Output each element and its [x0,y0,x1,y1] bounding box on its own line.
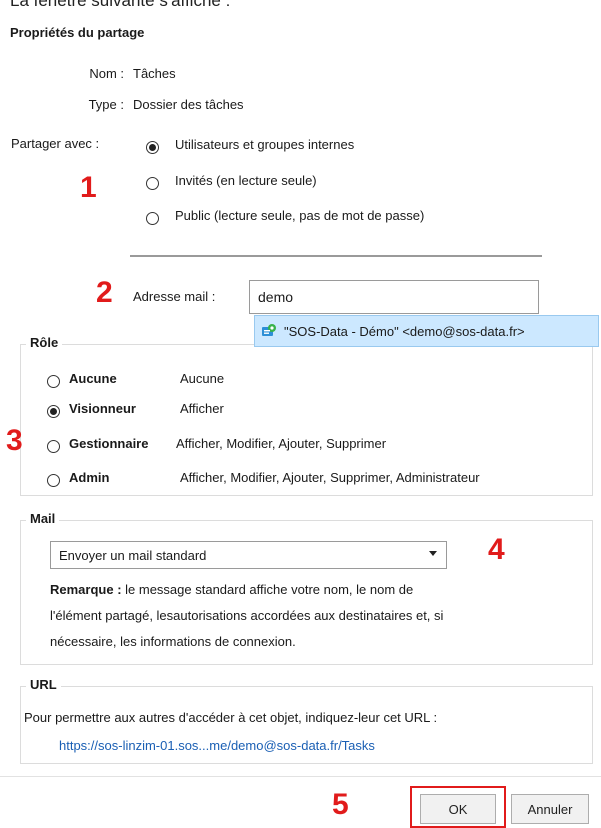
role-radio-admin[interactable] [47,474,60,487]
cancel-button[interactable]: Annuler [511,794,589,824]
type-label: Type : [88,97,124,112]
name-label: Nom : [89,66,124,81]
type-value: Dossier des tâches [133,97,244,112]
chevron-down-icon [429,551,437,556]
footer-separator [0,776,601,777]
mail-note-bold: Remarque : [50,582,122,597]
mail-note-line2: l'élément partagé, lesautorisations acco… [50,608,444,623]
email-label: Adresse mail : [133,289,216,304]
mail-note-line3: nécessaire, les informations de connexio… [50,634,296,649]
role-radio-aucune[interactable] [47,375,60,388]
share-radio-guests[interactable] [146,177,159,190]
share-radio-public[interactable] [146,212,159,225]
step-number-1: 1 [80,171,97,204]
role-desc: Aucune [180,371,225,386]
step-number-4: 4 [488,533,505,566]
share-option-label: Public (lecture seule, pas de mot de pas… [175,208,425,223]
mail-legend: Mail [26,511,60,526]
contact-icon [261,323,277,339]
separator [130,255,542,257]
role-desc: Afficher, Modifier, Ajouter, Supprimer, … [180,470,480,485]
role-desc: Afficher, Modifier, Ajouter, Supprimer [176,436,387,451]
share-radio-internal[interactable] [146,141,159,154]
share-option-label: Utilisateurs et groupes internes [175,137,355,152]
mail-note-text: le message standard affiche votre nom, l… [121,582,414,597]
name-value: Tâches [133,66,176,81]
step-number-2: 2 [96,276,113,309]
role-name: Aucune [69,371,117,386]
email-suggestion[interactable]: "SOS-Data - Démo" <demo@sos-data.fr> [254,315,599,347]
role-name: Admin [69,470,110,485]
url-instruction: Pour permettre aux autres d'accéder à ce… [24,710,438,725]
share-url-link[interactable]: https://sos-linzim-01.sos...me/demo@sos-… [59,738,375,753]
role-radio-visionneur[interactable] [47,405,60,418]
cancel-button-label: Annuler [527,801,573,817]
share-label: Partager avec : [11,136,100,151]
step-number-5: 5 [332,788,349,821]
email-input-value: demo [258,289,294,305]
role-name: Visionneur [69,401,136,416]
email-suggestion-text: "SOS-Data - Démo" <demo@sos-data.fr> [284,324,525,339]
dialog-title: Propriétés du partage [10,25,145,40]
ok-button-label: OK [448,801,468,817]
share-option-label: Invités (en lecture seule) [175,173,317,188]
mail-select[interactable]: Envoyer un mail standard [50,541,447,569]
role-radio-gestionnaire[interactable] [47,440,60,453]
mail-note-line1: Remarque : le message standard affiche v… [50,582,413,597]
role-legend: Rôle [26,335,63,350]
top-caption: La fenêtre suivante s'affiche : [10,0,231,10]
url-legend: URL [26,677,61,692]
email-input[interactable]: demo [249,280,539,314]
role-name: Gestionnaire [69,436,149,451]
ok-button[interactable]: OK [420,794,496,824]
step-number-3: 3 [6,424,23,457]
role-desc: Afficher [180,401,224,416]
mail-select-value: Envoyer un mail standard [59,548,207,563]
